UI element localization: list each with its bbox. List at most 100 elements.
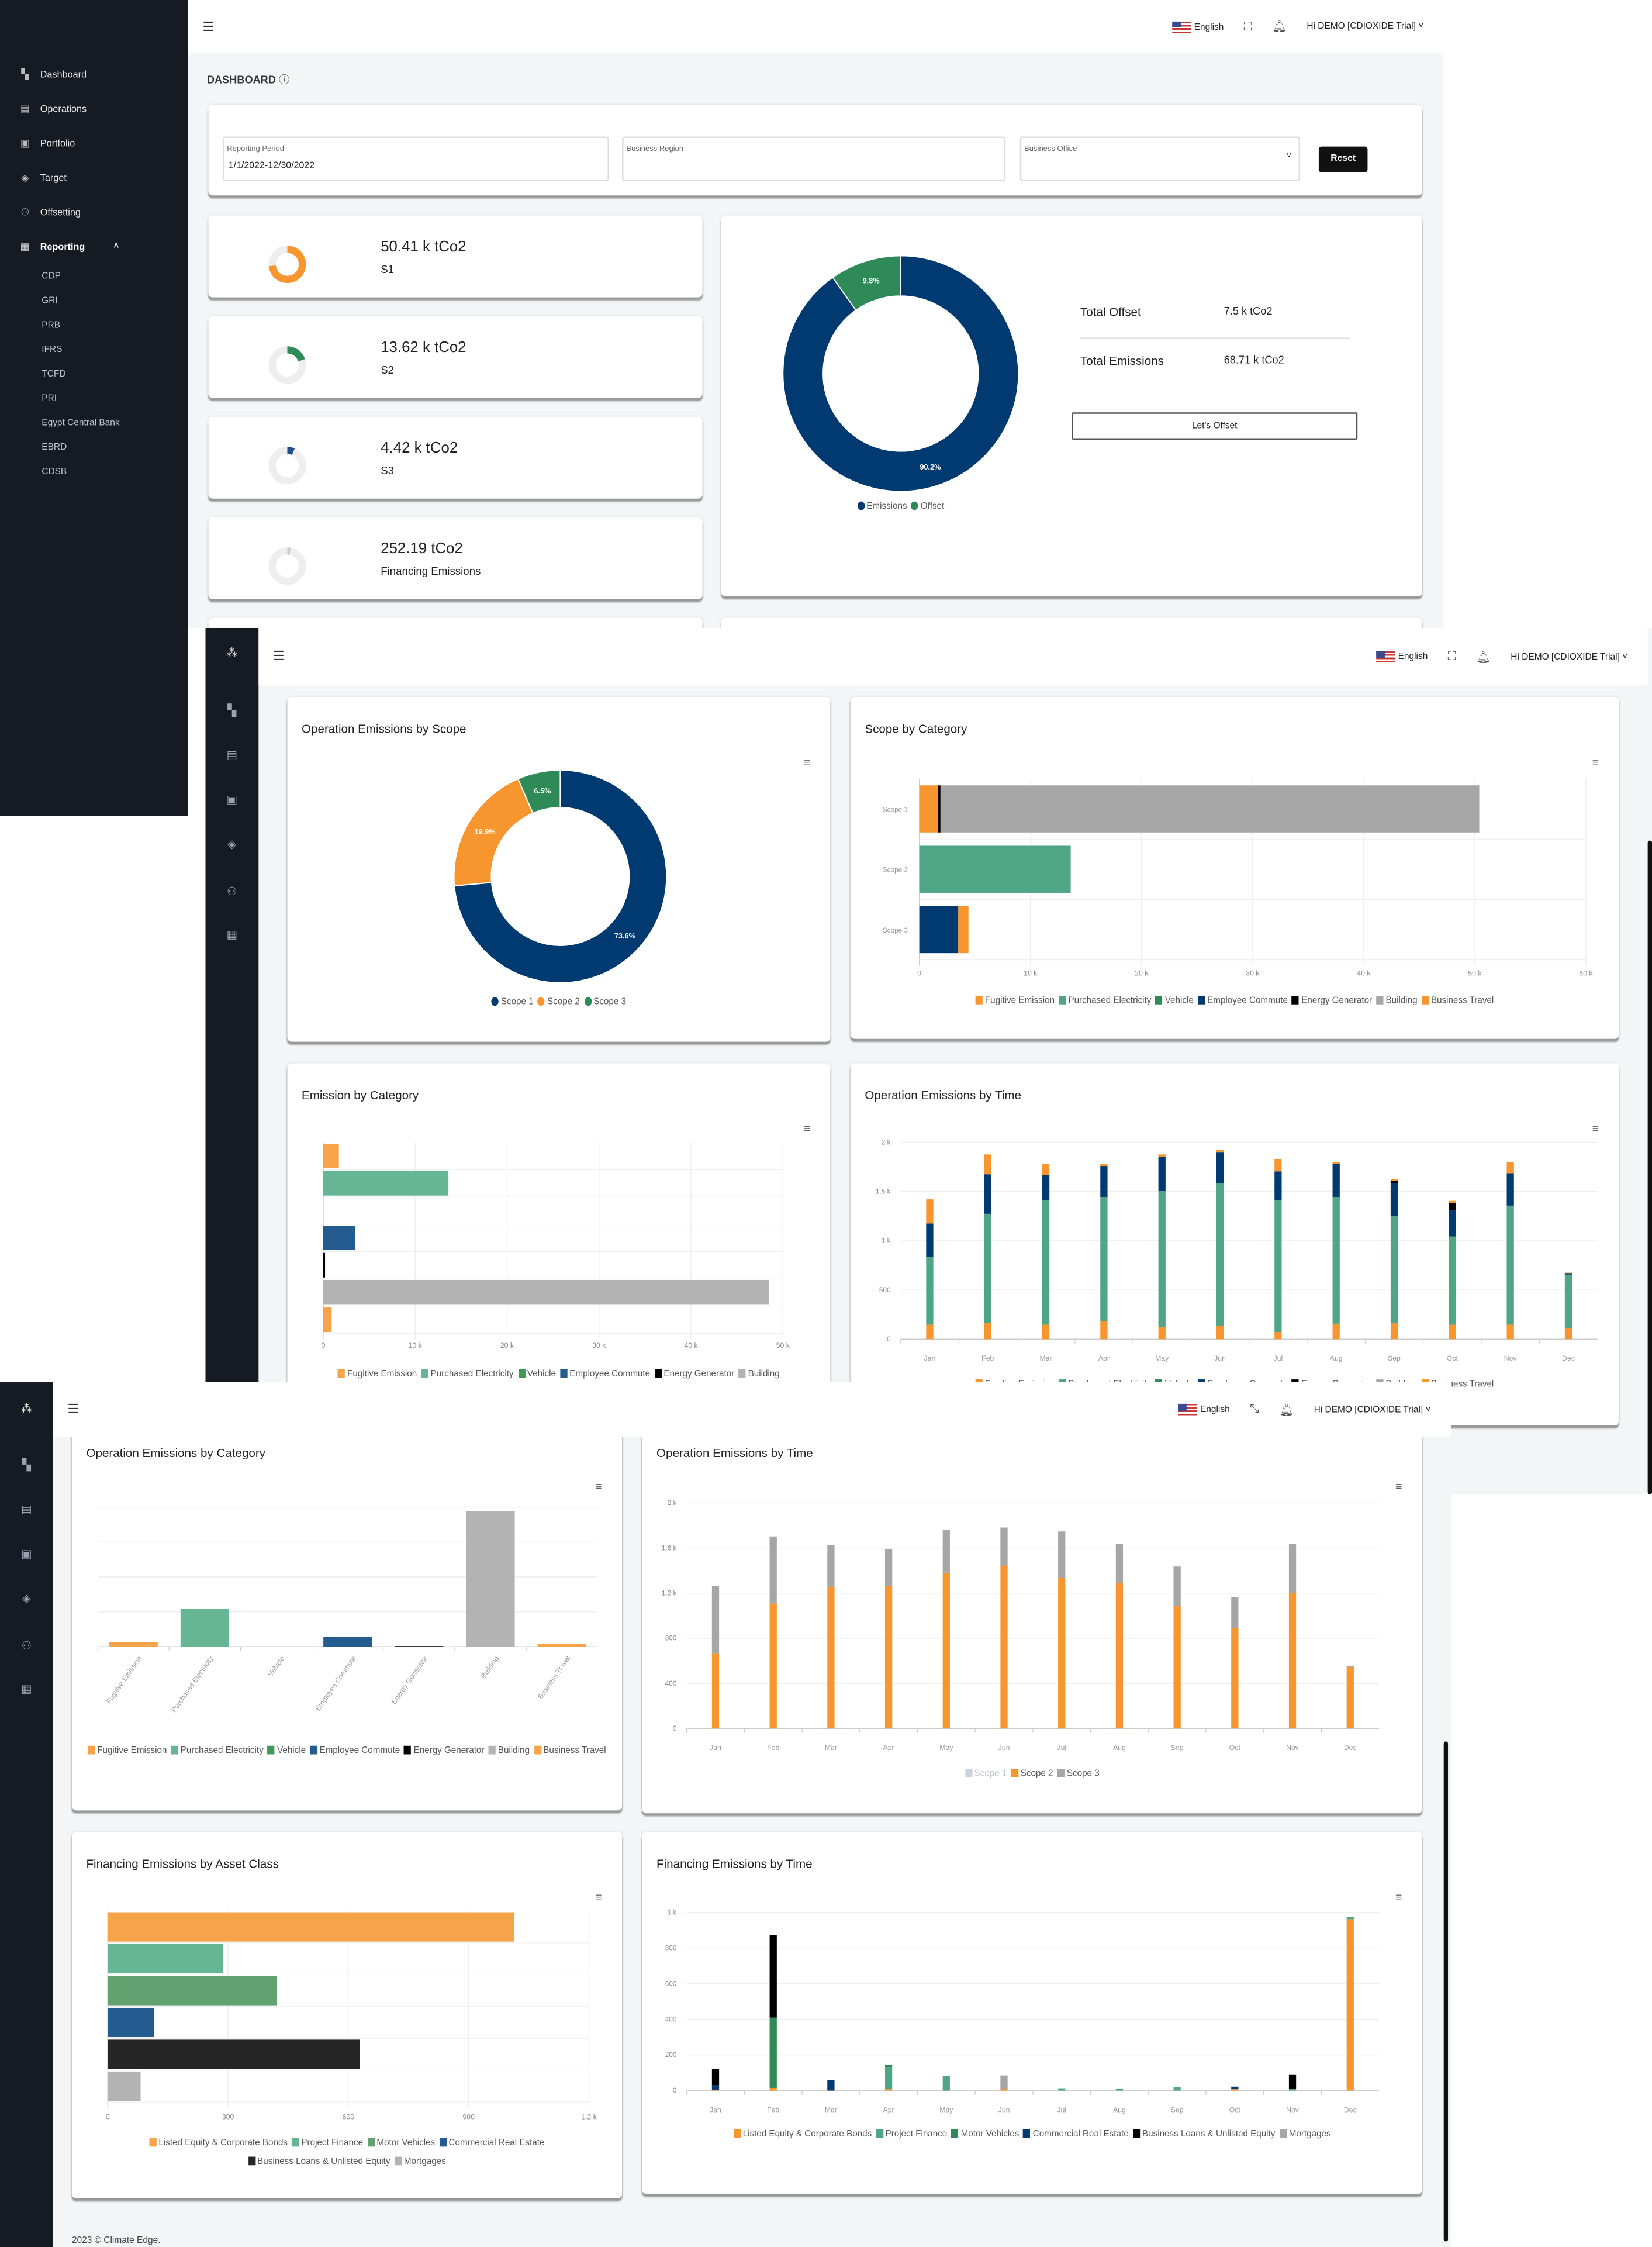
bar[interactable] bbox=[108, 1912, 514, 1942]
reporting-period-field[interactable]: Reporting Period 1/1/2022-12/30/2022 bbox=[222, 136, 609, 181]
bar[interactable] bbox=[323, 1226, 355, 1251]
legend-item[interactable]: Business Travel bbox=[1421, 992, 1494, 1010]
user-menu[interactable]: Hi DEMO [CDIOXIDE Trial] ˅ bbox=[1314, 1404, 1431, 1414]
menu-icon[interactable]: ☰ bbox=[273, 649, 285, 665]
sidebar-sub-ifrs[interactable]: IFRS bbox=[42, 345, 62, 355]
bar[interactable] bbox=[919, 906, 959, 954]
bar[interactable] bbox=[1042, 1324, 1050, 1340]
bar[interactable] bbox=[1346, 1919, 1354, 2091]
user-menu[interactable]: Hi DEMO [CDIOXIDE Trial] ˅ bbox=[1307, 22, 1423, 32]
sidebar-sub-egypt-central-bank[interactable]: Egypt Central Bank bbox=[42, 418, 119, 428]
legend-item[interactable]: Purchased Electricity bbox=[1059, 992, 1151, 1010]
bar[interactable] bbox=[1000, 2089, 1008, 2091]
bar[interactable] bbox=[711, 2089, 720, 2091]
bar[interactable] bbox=[1346, 1667, 1354, 1729]
bar[interactable] bbox=[1115, 1544, 1124, 1583]
bar[interactable] bbox=[1000, 2075, 1008, 2089]
bar[interactable] bbox=[1332, 1197, 1340, 1324]
user-menu[interactable]: Hi DEMO [CDIOXIDE Trial] ˅ bbox=[1511, 651, 1627, 661]
bar[interactable] bbox=[1058, 1578, 1066, 1729]
bar[interactable] bbox=[1564, 1328, 1572, 1340]
legend-item[interactable]: Project Finance bbox=[292, 2134, 363, 2152]
reset-button[interactable]: Reset bbox=[1318, 146, 1368, 172]
bar[interactable] bbox=[926, 1257, 934, 1325]
bar[interactable] bbox=[942, 2076, 950, 2091]
bar[interactable] bbox=[711, 1653, 720, 1729]
bar[interactable] bbox=[1288, 2074, 1297, 2089]
legend-item[interactable]: Purchased Electricity bbox=[171, 1741, 264, 1760]
legend-item[interactable]: Scope 2 bbox=[1011, 1765, 1053, 1783]
bar[interactable] bbox=[884, 2089, 893, 2091]
bar[interactable] bbox=[1449, 1324, 1456, 1340]
legend-item[interactable]: Listed Equity & Corporate Bonds bbox=[149, 2134, 288, 2152]
bar[interactable] bbox=[109, 1642, 158, 1647]
legend-item[interactable]: Energy Generator bbox=[654, 1365, 734, 1384]
bar[interactable] bbox=[1158, 1154, 1166, 1157]
bar[interactable] bbox=[884, 2067, 893, 2089]
legend-item[interactable]: Fugitive Emission bbox=[975, 992, 1055, 1010]
bar[interactable] bbox=[1100, 1166, 1108, 1197]
legend-item[interactable]: Employee Commute bbox=[1198, 992, 1288, 1010]
bar[interactable] bbox=[769, 2017, 777, 2088]
bell-icon[interactable]: 🔔︎ bbox=[1476, 650, 1491, 663]
bar[interactable] bbox=[711, 1586, 720, 1654]
bar[interactable] bbox=[884, 1549, 893, 1586]
fullscreen-icon[interactable]: ⛶ bbox=[1448, 650, 1456, 664]
menu-icon[interactable]: ☰ bbox=[67, 1402, 79, 1417]
language-selector[interactable]: English bbox=[1178, 1403, 1230, 1416]
scrollbar[interactable] bbox=[1443, 1741, 1449, 2242]
bar[interactable] bbox=[1000, 1565, 1008, 1729]
sidebar-item-portfolio[interactable]: ▣ Portfolio bbox=[19, 138, 75, 149]
bar[interactable] bbox=[1100, 1197, 1108, 1321]
bar[interactable] bbox=[1115, 2088, 1124, 2091]
bar[interactable] bbox=[1274, 1159, 1282, 1172]
bar[interactable] bbox=[1564, 1272, 1572, 1274]
bar[interactable] bbox=[1100, 1321, 1108, 1340]
sidebar-sub-pri[interactable]: PRI bbox=[42, 394, 57, 403]
legend-item[interactable]: Business Travel bbox=[534, 1741, 606, 1760]
sidebar-sub-ebrd[interactable]: EBRD bbox=[42, 443, 67, 453]
sidebar-item-offsetting[interactable]: ⚇ Offsetting bbox=[19, 207, 81, 218]
bar[interactable] bbox=[1231, 2086, 1239, 2090]
bar[interactable] bbox=[1274, 1200, 1282, 1333]
bar[interactable] bbox=[1158, 1327, 1166, 1340]
bar[interactable] bbox=[1100, 1164, 1108, 1167]
bar[interactable] bbox=[108, 2071, 141, 2101]
legend-item[interactable]: Scope 1 bbox=[965, 1765, 1007, 1783]
bar[interactable] bbox=[1231, 1628, 1239, 1729]
legend-item[interactable]: Project Finance bbox=[876, 2125, 947, 2144]
bar[interactable] bbox=[537, 1644, 586, 1647]
bar[interactable] bbox=[942, 1572, 950, 1729]
bar[interactable] bbox=[940, 785, 1480, 833]
business-region-field[interactable]: Business Region bbox=[622, 136, 1006, 181]
bar[interactable] bbox=[984, 1323, 991, 1340]
bar[interactable] bbox=[1216, 1150, 1224, 1153]
bar[interactable] bbox=[1000, 1527, 1008, 1566]
operations-icon[interactable]: ▤ bbox=[0, 1503, 53, 1516]
legend-item[interactable]: Commercial Real Estate bbox=[439, 2134, 544, 2152]
bar[interactable] bbox=[769, 1935, 777, 2018]
people-icon[interactable]: ⚇ bbox=[0, 1639, 53, 1652]
bar[interactable] bbox=[926, 1324, 934, 1340]
language-selector[interactable]: English bbox=[1376, 651, 1428, 662]
bar[interactable] bbox=[1390, 1179, 1398, 1181]
bar[interactable] bbox=[919, 845, 1071, 893]
legend-item[interactable]: Vehicle bbox=[517, 1365, 556, 1384]
bar[interactable] bbox=[942, 1530, 950, 1573]
bar[interactable] bbox=[1506, 1173, 1514, 1206]
legend-item[interactable]: Business Loans & Unlisted Equity bbox=[1133, 2125, 1275, 2144]
legend-item[interactable]: Building bbox=[1376, 992, 1418, 1010]
legend-item[interactable]: Motor Vehicles bbox=[951, 2125, 1019, 2144]
bar[interactable] bbox=[1216, 1152, 1224, 1183]
bar[interactable] bbox=[1346, 1666, 1354, 1668]
legend-item[interactable]: Business Loans & Unlisted Equity bbox=[248, 2152, 390, 2171]
bar[interactable] bbox=[395, 1646, 444, 1647]
bar[interactable] bbox=[1449, 1236, 1456, 1325]
legend-item[interactable]: Scope 3 bbox=[584, 993, 626, 1012]
bar[interactable] bbox=[1158, 1157, 1166, 1192]
bar[interactable] bbox=[827, 2080, 835, 2091]
bar[interactable] bbox=[180, 1609, 229, 1647]
bar[interactable] bbox=[1231, 2089, 1239, 2091]
legend-item[interactable]: Scope 1 bbox=[491, 993, 534, 1012]
dashboard-icon[interactable]: ▚ bbox=[0, 1458, 53, 1471]
